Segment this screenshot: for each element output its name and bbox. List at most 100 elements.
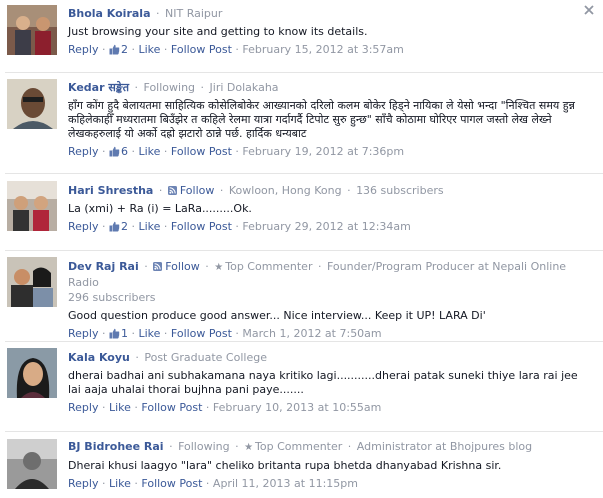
separator: ·	[235, 220, 239, 233]
reply-link[interactable]: Reply	[68, 477, 98, 490]
like-link[interactable]: Like	[138, 43, 160, 56]
separator: ·	[158, 184, 163, 197]
comment-item: Dev Raj Rai · Follow · ★ Top Commenter · …	[0, 250, 603, 340]
separator: ·	[131, 145, 135, 158]
follow-status[interactable]: Following	[144, 81, 196, 94]
like-count[interactable]: 2	[121, 220, 128, 233]
comment-date[interactable]: February 19, 2012 at 7:36pm	[242, 145, 404, 158]
comment-author[interactable]: Hari Shrestha	[68, 184, 153, 197]
separator: ·	[144, 260, 148, 273]
separator: ·	[205, 401, 210, 414]
comment-author[interactable]: Kala Koyu	[68, 351, 130, 364]
comment-date[interactable]: February 15, 2012 at 3:57am	[242, 43, 403, 56]
author-meta[interactable]: Kowloon, Hong Kong	[229, 184, 342, 197]
separator: ·	[205, 477, 210, 490]
separator: ·	[163, 327, 168, 340]
follow-post-link[interactable]: Follow Post	[171, 145, 232, 158]
thumbs-up-icon	[109, 328, 120, 339]
separator: ·	[101, 401, 106, 414]
divider	[5, 431, 603, 432]
divider	[5, 173, 603, 174]
comment-text: Dherai khusi laagyo "lara" cheliko brita…	[68, 459, 502, 472]
comment-text: Just browsing your site and getting to k…	[68, 25, 368, 38]
top-commenter-badge: Top Commenter	[225, 260, 313, 273]
thumbs-up-icon	[109, 146, 120, 157]
like-link[interactable]: Like	[138, 327, 160, 340]
separator: ·	[347, 184, 351, 197]
rss-icon	[167, 184, 177, 195]
comment-item: Hari Shrestha · Follow · Kowloon, Hong K…	[0, 173, 603, 247]
comment-date[interactable]: April 11, 2013 at 11:15pm	[213, 477, 358, 490]
separator: ·	[347, 440, 352, 453]
separator: ·	[163, 145, 168, 158]
comment-text: हाँग कोंग हुदै बेलायतमा साहित्यिक कोसेलि…	[68, 99, 575, 140]
thumbs-up-icon	[109, 221, 120, 232]
separator: ·	[200, 81, 205, 94]
comment-text: La (xmi) + Ra (i) = LaRa.........Ok.	[68, 202, 252, 215]
subscriber-count: 296 subscribers	[68, 291, 156, 304]
comment-date[interactable]: March 1, 2012 at 7:50am	[242, 327, 381, 340]
separator: ·	[101, 327, 106, 340]
separator: ·	[205, 260, 209, 273]
separator: ·	[163, 220, 168, 233]
separator: ·	[131, 327, 135, 340]
follow-link[interactable]: Follow	[165, 260, 200, 273]
like-link[interactable]: Like	[109, 477, 131, 490]
like-count[interactable]: 1	[121, 327, 128, 340]
comment-item: Bhola Koirala · NIT Raipur Just browsing…	[0, 0, 603, 72]
avatar[interactable]	[7, 5, 57, 55]
like-link[interactable]: Like	[138, 220, 160, 233]
follow-post-link[interactable]: Follow Post	[171, 327, 232, 340]
separator: ·	[317, 260, 322, 273]
avatar[interactable]	[7, 181, 57, 231]
comment-item: BJ Bidrohee Rai · Following · ★ Top Comme…	[0, 431, 603, 498]
follow-post-link[interactable]: Follow Post	[171, 220, 232, 233]
comment-author[interactable]: BJ Bidrohee Rai	[68, 440, 164, 453]
reply-link[interactable]: Reply	[68, 43, 98, 56]
follow-post-link[interactable]: Follow Post	[141, 477, 202, 490]
separator: ·	[235, 440, 239, 453]
avatar[interactable]	[7, 348, 57, 398]
reply-link[interactable]: Reply	[68, 401, 98, 414]
star-icon: ★	[214, 262, 224, 273]
divider	[5, 72, 603, 73]
follow-link[interactable]: Follow	[180, 184, 215, 197]
comment-date[interactable]: February 29, 2012 at 12:34am	[242, 220, 410, 233]
reply-link[interactable]: Reply	[68, 145, 98, 158]
comment-author[interactable]: Bhola Koirala	[68, 7, 151, 20]
author-meta[interactable]: Jiri Dolakaha	[210, 81, 279, 94]
comment-date[interactable]: February 10, 2013 at 10:55am	[213, 401, 381, 414]
avatar[interactable]	[7, 257, 57, 307]
comment-item: Kala Koyu · Post Graduate College dherai…	[0, 341, 603, 429]
separator: ·	[135, 351, 139, 364]
separator: ·	[131, 43, 135, 56]
like-link[interactable]: Like	[138, 145, 160, 158]
comment-item: Kedar सङ्केत · Following · Jiri Dolakaha…	[0, 72, 603, 170]
follow-post-link[interactable]: Follow Post	[141, 401, 202, 414]
like-link[interactable]: Like	[109, 401, 131, 414]
author-meta[interactable]: Post Graduate College	[144, 351, 267, 364]
like-count[interactable]: 6	[121, 145, 128, 158]
separator: ·	[156, 7, 160, 20]
comment-author[interactable]: Kedar सङ्केत	[68, 81, 129, 94]
comment-text: Good question produce good answer... Nic…	[68, 309, 486, 322]
separator: ·	[101, 43, 106, 56]
separator: ·	[101, 145, 106, 158]
like-count[interactable]: 2	[121, 43, 128, 56]
subscriber-count: 136 subscribers	[356, 184, 444, 197]
follow-post-link[interactable]: Follow Post	[171, 43, 232, 56]
separator: ·	[235, 43, 239, 56]
separator: ·	[101, 477, 106, 490]
avatar[interactable]	[7, 79, 57, 129]
follow-status[interactable]: Following	[178, 440, 230, 453]
reply-link[interactable]: Reply	[68, 220, 98, 233]
author-meta[interactable]: NIT Raipur	[165, 7, 222, 20]
author-meta[interactable]: Administrator at Bhojpures blog	[357, 440, 532, 453]
separator: ·	[235, 327, 239, 340]
top-commenter-badge: Top Commenter	[255, 440, 343, 453]
reply-link[interactable]: Reply	[68, 327, 98, 340]
avatar[interactable]	[7, 439, 57, 489]
separator: ·	[101, 220, 106, 233]
thumbs-up-icon	[109, 44, 120, 55]
comment-author[interactable]: Dev Raj Rai	[68, 260, 139, 273]
